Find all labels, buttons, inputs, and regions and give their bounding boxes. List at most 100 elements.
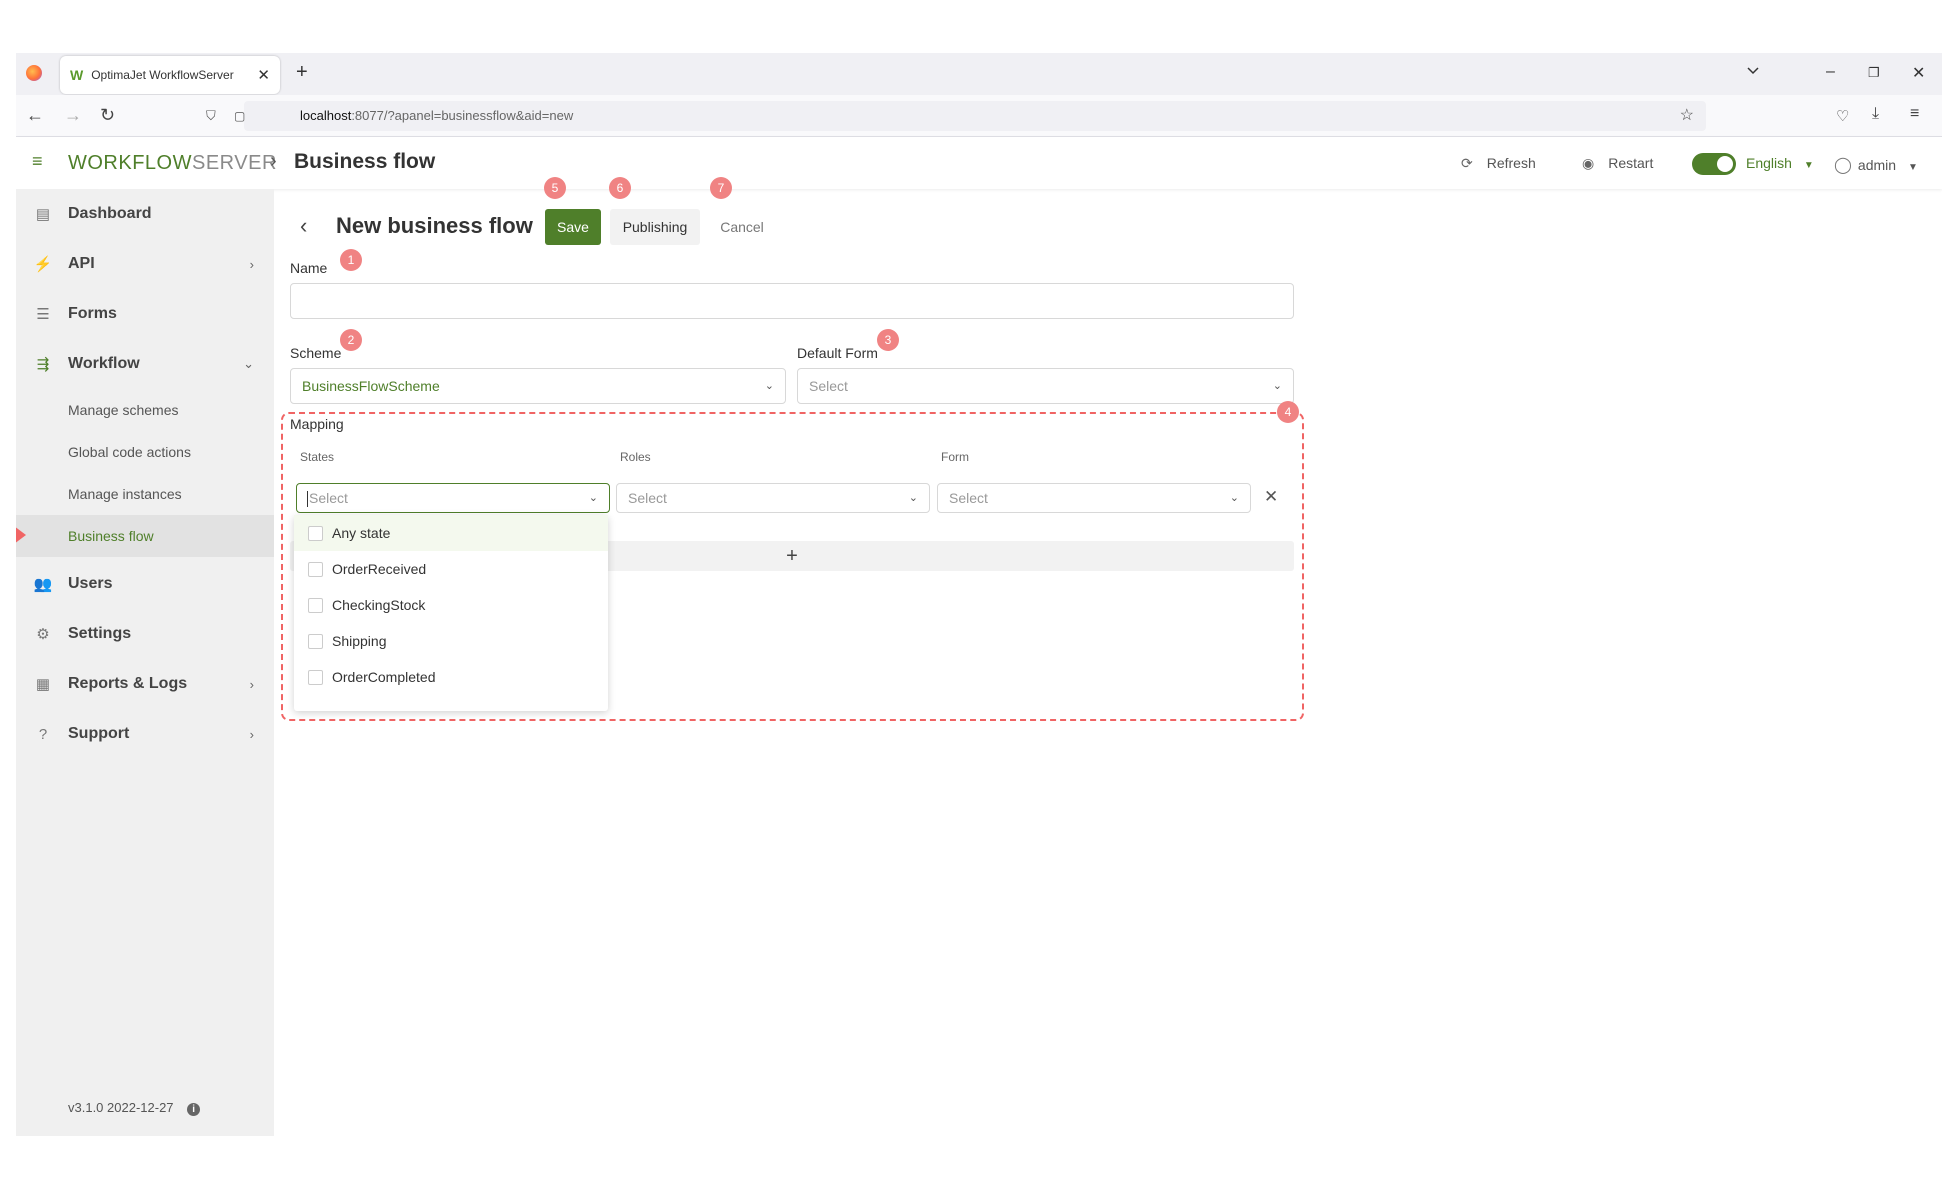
- sidebar-sub-manage-schemes[interactable]: Manage schemes: [16, 389, 274, 431]
- sidebar-item-users[interactable]: 👥 Users: [16, 559, 274, 609]
- close-window-button[interactable]: ✕: [1912, 63, 1925, 83]
- col-roles-header: Roles: [620, 450, 651, 464]
- option-any-state[interactable]: Any state: [294, 515, 608, 551]
- checkbox[interactable]: [308, 634, 323, 649]
- navigation-bar: ← → ↻ ⛉ ▢ localhost:8077/?apanel=busines…: [16, 95, 1942, 137]
- refresh-button[interactable]: ⟳ Refresh: [1461, 155, 1536, 172]
- chevron-down-icon: ⌄: [243, 356, 254, 371]
- chevron-down-icon: ⌄: [1229, 492, 1239, 504]
- sidebar-item-support[interactable]: ? Support ›: [16, 709, 274, 759]
- user-name: admin: [1857, 157, 1897, 173]
- annotation-badge-5: 5: [544, 177, 566, 199]
- sidebar-item-label: Users: [68, 575, 113, 592]
- option-shipping[interactable]: Shipping: [294, 623, 608, 659]
- new-tab-button[interactable]: +: [296, 61, 308, 84]
- checkbox[interactable]: [308, 562, 323, 577]
- scheme-value: BusinessFlowScheme: [302, 378, 440, 394]
- option-checking-stock[interactable]: CheckingStock: [294, 587, 608, 623]
- back-chevron-icon[interactable]: ‹: [300, 213, 307, 239]
- info-icon[interactable]: i: [187, 1103, 201, 1116]
- sidebar-item-label: Workflow: [68, 355, 140, 372]
- publishing-button[interactable]: Publishing: [610, 209, 700, 245]
- checkbox[interactable]: [308, 598, 323, 613]
- user-menu[interactable]: ◯ admin ▼: [1834, 155, 1918, 175]
- default-form-placeholder: Select: [809, 378, 848, 394]
- refresh-label: Refresh: [1486, 155, 1536, 171]
- name-input[interactable]: [290, 283, 1294, 319]
- tab-workflowserver[interactable]: W OptimaJet WorkflowServer ✕: [60, 56, 280, 94]
- states-select[interactable]: Select ⌄: [296, 483, 610, 513]
- option-label: Shipping: [332, 633, 387, 649]
- sidebar: ▤ Dashboard ⚡ API › ☰ Forms ⇶ Workflow ⌄…: [16, 189, 274, 1136]
- dashboard-icon: ▤: [35, 206, 51, 223]
- menu-icon[interactable]: ≡: [1910, 105, 1919, 123]
- bookmark-star-icon[interactable]: ☆: [1680, 101, 1694, 131]
- theme-toggle[interactable]: [1692, 153, 1736, 175]
- states-placeholder: Select: [309, 490, 348, 506]
- col-states-header: States: [300, 450, 335, 464]
- sidebar-item-forms[interactable]: ☰ Forms: [16, 289, 274, 339]
- brand-server: SERVER: [192, 152, 277, 174]
- sidebar-item-workflow[interactable]: ⇶ Workflow ⌄: [16, 339, 274, 389]
- chevron-down-icon: ⌄: [908, 492, 918, 504]
- downloads-icon[interactable]: ⤓: [1872, 105, 1879, 123]
- brand-logo[interactable]: WORKFLOWSERVER: [68, 152, 277, 175]
- back-arrow-icon[interactable]: ←: [26, 105, 44, 126]
- mapping-label: Mapping: [290, 416, 344, 432]
- language-select[interactable]: English ▼: [1746, 155, 1814, 171]
- annotation-badge-2: 2: [340, 329, 362, 351]
- pocket-icon[interactable]: ♡: [1836, 107, 1849, 125]
- scheme-label: Scheme: [290, 345, 342, 361]
- sidebar-item-label: Dashboard: [68, 205, 152, 222]
- remove-row-close-icon[interactable]: ✕: [1264, 487, 1278, 507]
- save-button[interactable]: Save: [545, 209, 601, 245]
- users-icon: 👥: [33, 576, 53, 593]
- refresh-icon: ⟳: [1461, 155, 1473, 171]
- active-pointer-icon: [16, 523, 26, 547]
- minimize-button[interactable]: –: [1826, 63, 1835, 81]
- sidebar-sub-business-flow[interactable]: Business flow: [16, 515, 274, 557]
- breadcrumb-chevron-icon: ›: [270, 150, 277, 172]
- scheme-select[interactable]: BusinessFlowScheme ⌄: [290, 368, 786, 404]
- tab-close-icon[interactable]: ✕: [257, 66, 270, 84]
- sidebar-item-reports-logs[interactable]: ▦ Reports & Logs ›: [16, 659, 274, 709]
- checkbox[interactable]: [308, 670, 323, 685]
- sidebar-item-label: Settings: [68, 625, 132, 642]
- page-info-icon: ▢: [234, 109, 246, 123]
- sidebar-item-api[interactable]: ⚡ API ›: [16, 239, 274, 289]
- forward-arrow-icon[interactable]: →: [64, 105, 82, 126]
- annotation-badge-6: 6: [609, 177, 631, 199]
- url-host: localhost: [300, 108, 352, 123]
- brand-workflow: WORKFLOW: [68, 152, 192, 174]
- reload-icon[interactable]: ↻: [100, 105, 115, 126]
- sidebar-sub-global-code-actions[interactable]: Global code actions: [16, 431, 274, 473]
- restore-button[interactable]: ❐: [1868, 65, 1880, 81]
- browser-window: W OptimaJet WorkflowServer ✕ + – ❐ ✕ ← →…: [16, 53, 1942, 1136]
- sidebar-item-settings[interactable]: ⚙ Settings: [16, 609, 274, 659]
- hamburger-icon[interactable]: ≡: [32, 151, 43, 172]
- address-bar[interactable]: ⛉ ▢ localhost:8077/?apanel=businessflow&…: [206, 101, 1706, 131]
- workflow-favicon-icon: W: [70, 67, 84, 83]
- checkbox[interactable]: [308, 526, 323, 541]
- tab-title: OptimaJet WorkflowServer: [91, 68, 234, 82]
- text-cursor: [307, 491, 308, 508]
- sidebar-item-dashboard[interactable]: ▤ Dashboard: [16, 189, 274, 239]
- form-placeholder: Select: [949, 490, 988, 506]
- help-icon: ?: [38, 725, 48, 743]
- form-title: New business flow: [336, 213, 533, 238]
- option-order-received[interactable]: OrderReceived: [294, 551, 608, 587]
- chevron-right-icon: ›: [249, 676, 254, 692]
- roles-select[interactable]: Select ⌄: [616, 483, 930, 513]
- sidebar-item-label: API: [68, 255, 95, 272]
- tab-list-chevron-icon[interactable]: [1746, 63, 1760, 82]
- restart-icon: ◉: [1582, 155, 1595, 171]
- form-select[interactable]: Select ⌄: [937, 483, 1251, 513]
- sidebar-item-label: Forms: [68, 305, 117, 322]
- cancel-button[interactable]: Cancel: [710, 209, 774, 245]
- restart-button[interactable]: ◉ Restart: [1582, 155, 1653, 172]
- sidebar-sub-manage-instances[interactable]: Manage instances: [16, 473, 274, 515]
- default-form-select[interactable]: Select ⌄: [797, 368, 1294, 404]
- option-label: OrderCompleted: [332, 669, 436, 685]
- forms-icon: ☰: [36, 306, 50, 323]
- option-order-completed[interactable]: OrderCompleted: [294, 659, 608, 695]
